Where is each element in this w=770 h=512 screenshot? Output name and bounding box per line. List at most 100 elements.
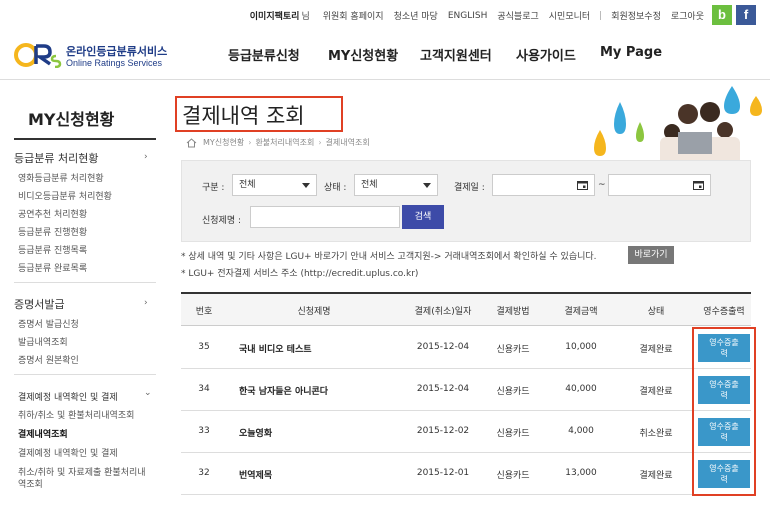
sidebar-item-video-status[interactable]: 비디오등급분류 처리현황 (18, 189, 112, 202)
dropdown-arrow-icon (423, 183, 431, 188)
chevron-right-icon: › (144, 152, 148, 162)
dropdown-arrow-icon (302, 183, 310, 188)
link-youth-yard[interactable]: 청소년 마당 (394, 9, 438, 22)
sidebar-item-performance-status[interactable]: 공연추천 처리현황 (18, 207, 87, 220)
row-number: 32 (198, 468, 210, 478)
application-name-input[interactable] (250, 206, 400, 228)
breadcrumb-item[interactable]: MY신청현황 (203, 137, 244, 148)
row-title: 번역제목 (239, 471, 273, 481)
row-number: 35 (198, 342, 210, 352)
col-header-title: 신청제명 (297, 307, 331, 317)
row-title: 한국 남자들은 아니콘다 (239, 387, 329, 397)
page-title: 결제내역 조회 (182, 104, 305, 128)
row-amount: 10,000 (565, 342, 597, 352)
link-committee-home[interactable]: 위원회 홈페이지 (323, 9, 384, 22)
row-number: 33 (198, 426, 210, 436)
table-row: 33 오늘영화 2015-12-02 신용카드 4,000 취소완료 영수증출 력 (181, 411, 751, 453)
row-method: 신용카드 (496, 345, 530, 355)
row-method: 신용카드 (496, 471, 530, 481)
row-method: 신용카드 (496, 387, 530, 397)
row-amount: 4,000 (568, 426, 594, 436)
table-header: 번호 신청제명 결제(취소)일자 결제방법 결제금액 상태 영수증출력 (181, 294, 751, 326)
sidebar-item-issue-history[interactable]: 발급내역조회 (18, 335, 68, 348)
row-status: 결제완료 (639, 387, 673, 397)
sidebar-item-movie-status[interactable]: 영화등급분류 처리현황 (18, 171, 104, 184)
nav-my-status[interactable]: MY신청현황 (328, 45, 398, 64)
calendar-icon[interactable] (693, 180, 704, 190)
breadcrumb: MY신청현황 › 환불처리내역조회 › 결제내역조회 (186, 137, 370, 148)
sidebar-group-payment[interactable]: 결제예정 내역확인 및 결제 (18, 390, 118, 403)
breadcrumb-item: 결제내역조회 (325, 138, 370, 147)
facebook-icon[interactable]: f (736, 5, 756, 25)
link-english[interactable]: ENGLISH (448, 11, 488, 21)
row-date: 2015-12-04 (416, 384, 470, 394)
nav-my-page[interactable]: My Page (600, 45, 662, 60)
sidebar-item-original-verify[interactable]: 증명서 원본확인 (18, 353, 79, 366)
col-header-amount: 결제금액 (564, 307, 598, 317)
col-header-method: 결제방법 (496, 307, 530, 317)
status-select-value: 전체 (361, 180, 378, 190)
col-header-status: 상태 (647, 307, 665, 317)
utility-bar: 이미지팩토리 님 위원회 홈페이지 청소년 마당 ENGLISH 공식블로그 시… (0, 0, 770, 30)
link-official-blog[interactable]: 공식블로그 (497, 9, 538, 22)
nav-customer-center[interactable]: 고객지원센터 (420, 45, 492, 64)
sidebar-item-progress-list[interactable]: 등급분류 진행목록 (18, 243, 87, 256)
link-logout[interactable]: 로그아웃 (671, 9, 704, 22)
search-button[interactable]: 검색 (402, 205, 444, 229)
status-select[interactable]: 전체 (354, 174, 438, 196)
table-row: 32 번역제목 2015-12-01 신용카드 13,000 결제완료 영수증출… (181, 453, 751, 495)
user-name: 이미지팩토리 (249, 12, 300, 22)
row-status: 취소완료 (639, 429, 673, 439)
calendar-icon[interactable] (577, 180, 588, 190)
sidebar-item-progress-status[interactable]: 등급분류 진행현황 (18, 225, 87, 238)
receipt-highlight-box (692, 327, 756, 496)
sidebar: MY신청현황 등급분류 처리현황 › 영화등급분류 처리현황 비디오등급분류 처… (0, 80, 160, 512)
row-date: 2015-12-04 (416, 342, 470, 352)
row-title: 국내 비디오 테스트 (239, 345, 312, 355)
start-date-input[interactable] (492, 174, 595, 196)
blog-icon[interactable]: b (712, 5, 732, 25)
sidebar-item-payment-due[interactable]: 결제예정 내역확인 및 결제 (18, 446, 118, 459)
breadcrumb-item[interactable]: 환불처리내역조회 (255, 137, 314, 148)
sidebar-group-rating-status[interactable]: 등급분류 처리현황 (14, 150, 98, 166)
row-method: 신용카드 (496, 429, 530, 439)
row-status: 결제완료 (639, 471, 673, 481)
shortcut-button[interactable]: 바로가기 (628, 246, 674, 264)
nav-user-guide[interactable]: 사용가이드 (516, 45, 576, 64)
row-amount: 13,000 (565, 468, 597, 478)
utility-divider (600, 11, 602, 20)
table-row: 34 한국 남자들은 아니콘다 2015-12-04 신용카드 40,000 결… (181, 369, 751, 411)
end-date-input[interactable] (608, 174, 711, 196)
info-note-address: * LGU+ 전자결제 서비스 주소 (http://ecredit.uplus… (181, 269, 419, 279)
search-panel: 구분 : 전체 상태 : 전체 결제일 : ~ 신청제명 : (181, 160, 751, 242)
col-header-number: 번호 (195, 307, 213, 317)
breadcrumb-arrow-icon: › (248, 138, 252, 147)
chevron-right-icon: › (144, 298, 148, 308)
info-note-lgu: * 상세 내역 및 기타 사항은 LGU+ 바로가기 안내 서비스 고객지원->… (181, 252, 597, 262)
sidebar-title: MY신청현황 (28, 110, 115, 129)
row-status: 결제완료 (639, 345, 673, 355)
application-name-label: 신청제명 : (202, 216, 242, 226)
col-header-receipt: 영수증출력 (703, 307, 745, 317)
sidebar-divider (14, 374, 156, 375)
family-illustration (594, 86, 762, 167)
sidebar-group-certificates[interactable]: 증명서발급 (14, 296, 65, 312)
category-select-value: 전체 (239, 180, 256, 190)
link-citizen-monitor[interactable]: 시민모니터 (549, 9, 590, 22)
sidebar-item-cancel-refund-cont[interactable]: 역조회 (18, 477, 43, 490)
chevron-down-icon: ⌄ (144, 388, 152, 398)
link-edit-profile[interactable]: 회원정보수정 (611, 9, 661, 22)
table-row: 35 국내 비디오 테스트 2015-12-04 신용카드 10,000 결제완… (181, 327, 751, 369)
sidebar-divider (14, 282, 156, 283)
category-select[interactable]: 전체 (232, 174, 317, 196)
sidebar-item-refund-history[interactable]: 취하/취소 및 환불처리내역조회 (18, 408, 134, 421)
sidebar-item-payment-history[interactable]: 결제내역조회 (18, 427, 68, 440)
home-icon[interactable] (186, 137, 197, 148)
date-range-separator: ~ (598, 180, 606, 190)
row-date: 2015-12-01 (416, 468, 470, 478)
nav-rating-application[interactable]: 등급분류신청 (228, 45, 300, 64)
sidebar-item-completed-list[interactable]: 등급분류 완료목록 (18, 261, 87, 274)
sidebar-item-certificate-request[interactable]: 증명서 발급신청 (18, 317, 79, 330)
payment-date-label: 결제일 : (454, 183, 485, 193)
row-amount: 40,000 (565, 384, 597, 394)
